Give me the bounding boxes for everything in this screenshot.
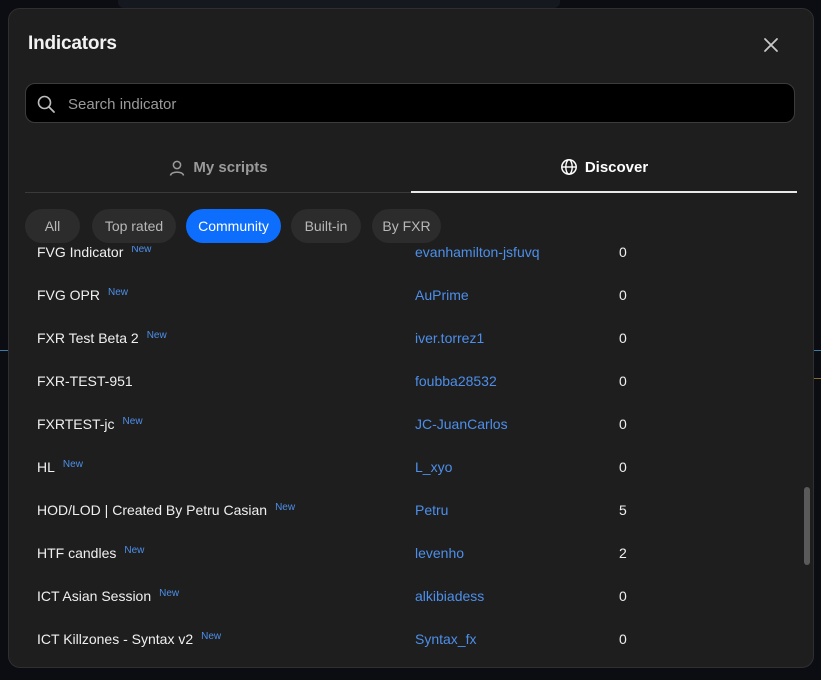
indicator-author-link[interactable]: L_xyo — [415, 445, 452, 488]
indicator-name: FXR Test Beta 2 New — [37, 329, 167, 346]
indicator-count: 2 — [619, 544, 627, 561]
list-item[interactable]: HTF candles New levenho 2 — [9, 531, 799, 574]
indicator-name: ICT Killzones - Syntax v2 New — [37, 630, 222, 647]
indicator-count: 0 — [619, 372, 627, 389]
indicator-name: FXR-TEST-951 — [37, 372, 133, 389]
list-item[interactable]: FVG Indicator New evanhamilton-jsfuvq 0 — [9, 246, 799, 273]
list-item[interactable]: FVG OPR New AuPrime 0 — [9, 273, 799, 316]
indicator-count: 0 — [619, 329, 627, 346]
search-icon — [37, 95, 55, 113]
indicator-list: FVG Indicator New evanhamilton-jsfuvq 0 F… — [9, 246, 799, 666]
indicator-count: 0 — [619, 458, 627, 475]
indicators-dialog: Indicators My scripts Discover — [8, 8, 814, 668]
indicator-name: ICT Asian Session New — [37, 587, 180, 604]
user-icon — [170, 160, 185, 176]
filter-by-fxr[interactable]: By FXR — [372, 209, 441, 243]
indicator-count: 0 — [619, 286, 627, 303]
indicator-author-link[interactable]: Petru — [415, 488, 448, 531]
indicator-author-link[interactable]: evanhamilton-jsfuvq — [415, 246, 540, 273]
indicator-name: HL New — [37, 458, 83, 475]
background-panel-edge — [118, 0, 560, 8]
indicator-author-link[interactable]: Syntax_fx — [415, 617, 476, 660]
indicator-author-link[interactable]: AuPrime — [415, 273, 469, 316]
background-chart-line — [0, 350, 8, 351]
tab-my-scripts[interactable]: My scripts — [25, 143, 411, 193]
list-item[interactable]: ICT Asian Session New alkibiadess 0 — [9, 574, 799, 617]
list-item[interactable]: FXRTEST-jc New JC-JuanCarlos 0 — [9, 402, 799, 445]
indicator-name: FVG Indicator New — [37, 246, 152, 260]
scrollbar-thumb[interactable] — [804, 487, 810, 565]
globe-icon — [560, 159, 577, 175]
list-item[interactable]: HL New L_xyo 0 — [9, 445, 799, 488]
indicator-count: 5 — [619, 501, 627, 518]
list-item[interactable]: FXR-TEST-951 foubba28532 0 — [9, 359, 799, 402]
search-box — [25, 83, 795, 124]
indicator-count: 0 — [619, 587, 627, 604]
indicator-author-link[interactable]: iver.torrez1 — [415, 316, 484, 359]
indicator-author-link[interactable]: alkibiadess — [415, 574, 484, 617]
new-badge: New — [122, 416, 143, 427]
list-item[interactable]: HOD/LOD | Created By Petru Casian New Pet… — [9, 488, 799, 531]
dialog-title: Indicators — [28, 33, 117, 54]
indicator-author-link[interactable]: foubba28532 — [415, 359, 497, 402]
indicator-author-link[interactable]: levenho — [415, 531, 464, 574]
filter-community[interactable]: Community — [186, 209, 281, 243]
tab-bar: My scripts Discover — [25, 143, 797, 193]
close-icon — [764, 38, 778, 52]
tab-discover[interactable]: Discover — [411, 143, 797, 193]
new-badge: New — [108, 287, 129, 298]
indicator-count: 0 — [619, 246, 627, 260]
indicator-count: 0 — [619, 415, 627, 432]
tab-my-scripts-label: My scripts — [193, 159, 268, 176]
indicator-name: FVG OPR New — [37, 286, 129, 303]
indicator-name: HTF candles New — [37, 544, 145, 561]
search-input[interactable] — [66, 84, 790, 124]
filter-top-rated[interactable]: Top rated — [92, 209, 176, 243]
close-button[interactable] — [761, 35, 781, 55]
indicator-name: FXRTEST-jc New — [37, 415, 143, 432]
scrollbar-track[interactable] — [804, 194, 810, 646]
new-badge: New — [131, 246, 152, 255]
filter-all[interactable]: All — [25, 209, 80, 243]
list-item[interactable]: FXR Test Beta 2 New iver.torrez1 0 — [9, 316, 799, 359]
indicator-author-link[interactable]: JC-JuanCarlos — [415, 402, 508, 445]
indicator-count: 0 — [619, 630, 627, 647]
new-badge: New — [124, 545, 145, 556]
new-badge: New — [146, 330, 167, 341]
new-badge: New — [159, 588, 180, 599]
new-badge: New — [62, 459, 83, 470]
new-badge: New — [201, 631, 222, 642]
new-badge: New — [275, 502, 296, 513]
tab-discover-label: Discover — [584, 158, 649, 176]
filter-built-in[interactable]: Built-in — [291, 209, 361, 243]
indicator-name: HOD/LOD | Created By Petru Casian New — [37, 501, 296, 518]
list-item[interactable]: ICT Killzones - Syntax v2 New Syntax_fx 0 — [9, 617, 799, 660]
